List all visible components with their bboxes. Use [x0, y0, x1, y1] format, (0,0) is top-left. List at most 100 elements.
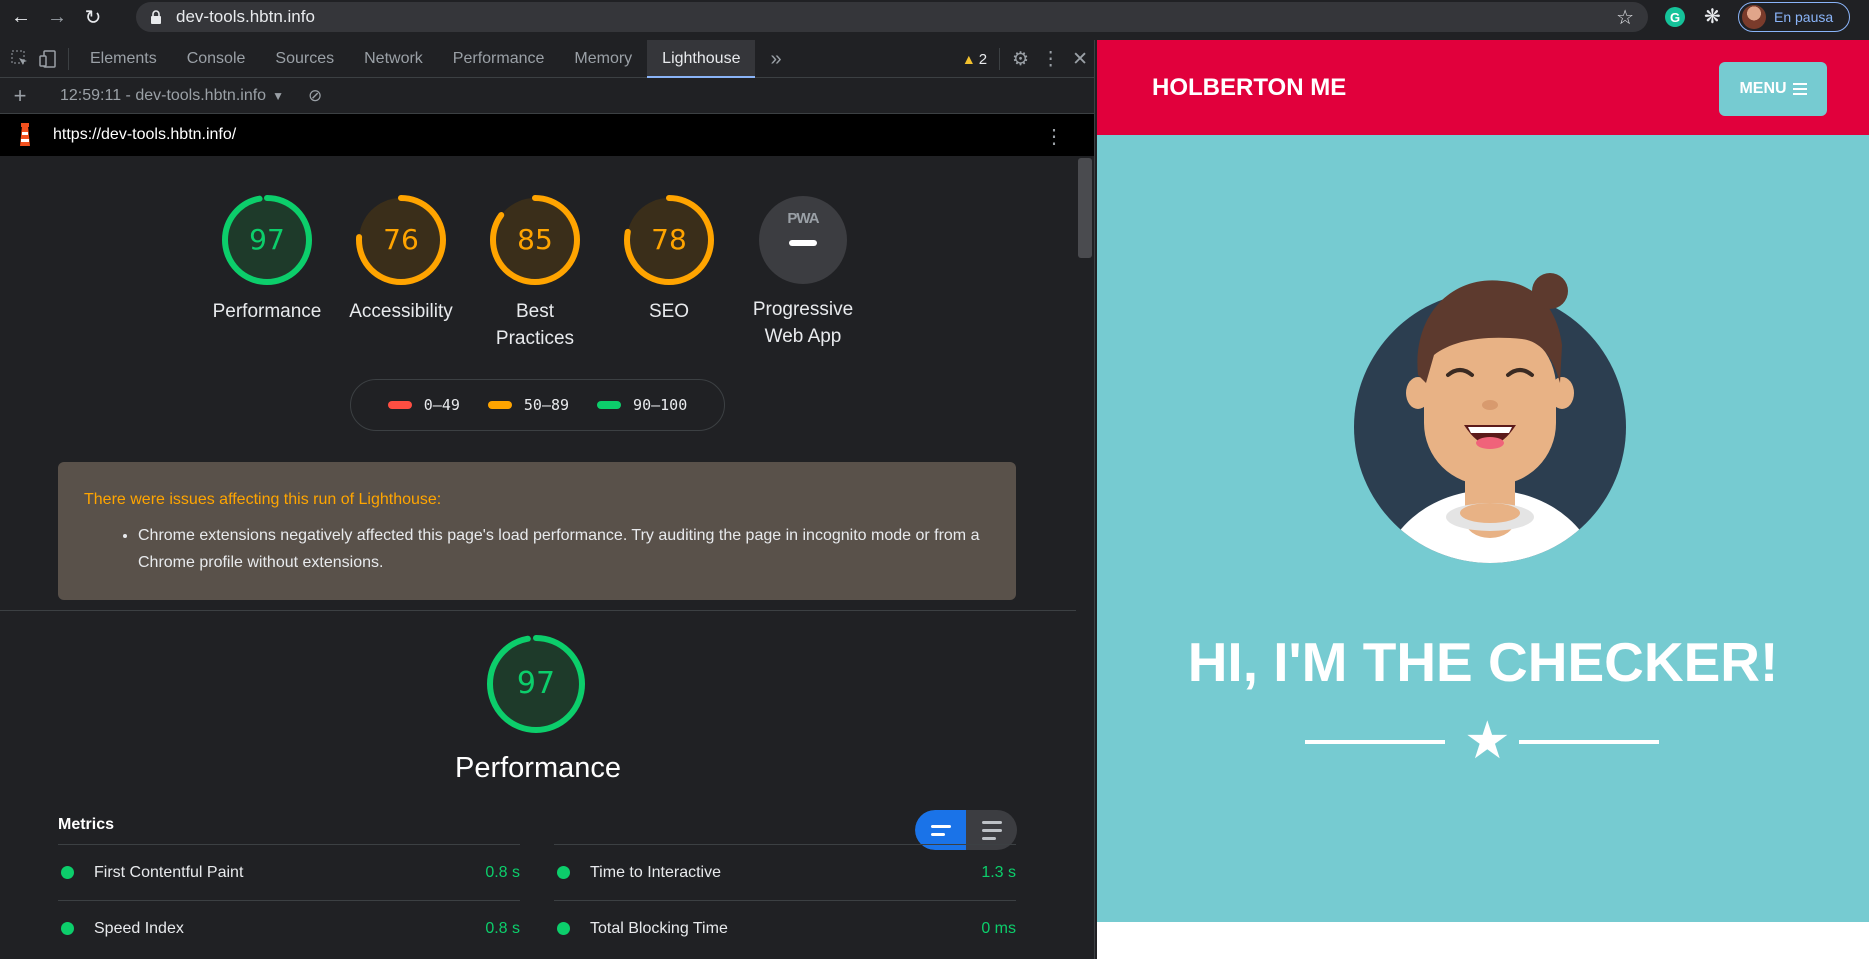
gauge-ring: 85 — [489, 194, 581, 286]
category-gauge-performance: 97 — [486, 634, 586, 734]
hero-divider-right — [1519, 740, 1659, 744]
gauge-label: Best Practices — [495, 301, 575, 349]
report-url[interactable]: https://dev-tools.hbtn.info/ — [53, 126, 236, 144]
toggle-bar — [930, 824, 951, 828]
metric-row: Speed Index 0.8 s — [58, 900, 520, 956]
toggle-bar — [981, 820, 1002, 824]
inspect-element-icon[interactable] — [6, 45, 34, 73]
toggle-bar — [981, 828, 1002, 832]
report-selector[interactable]: 12:59:11 - dev-tools.hbtn.info — [60, 87, 266, 105]
tab-sources[interactable]: Sources — [260, 40, 349, 78]
site-brand[interactable]: HOLBERTON ME — [1152, 74, 1346, 102]
back-icon[interactable]: ← — [6, 2, 36, 32]
score-gauges: 97 Performance 76 Accessibility 85 Best … — [200, 194, 870, 352]
toolbar-divider — [68, 47, 69, 70]
toolbar-divider — [999, 48, 1001, 70]
gauge-accessibility[interactable]: 76 Accessibility — [334, 194, 468, 352]
tab-network[interactable]: Network — [349, 40, 438, 78]
hero-title: HI, I'M THE CHECKER! — [1187, 631, 1779, 693]
report-menu-kebab-icon[interactable]: ⋮ — [1044, 124, 1064, 149]
lock-icon — [150, 10, 162, 24]
tab-console[interactable]: Console — [172, 40, 261, 78]
warnings-counter[interactable]: ▲ 2 — [962, 51, 987, 68]
metric-row: First Contentful Paint 0.8 s — [58, 844, 520, 900]
score-scale-legend: 0–49 50–89 90–100 — [350, 379, 725, 431]
devtools-tabbar: Elements Console Sources Network Perform… — [0, 39, 1094, 78]
site-header: HOLBERTON ME MENU — [1097, 40, 1869, 135]
lighthouse-toolbar: + 12:59:11 - dev-tools.hbtn.info ▼ ⊘ — [0, 78, 1094, 114]
lighthouse-logo-icon — [16, 122, 34, 148]
legend-range: 0–49 — [423, 396, 460, 414]
legend-item-pass: 90–100 — [597, 396, 687, 414]
metric-value: 0.8 s — [485, 919, 520, 937]
legend-range: 50–89 — [523, 396, 570, 414]
report-scrollbar[interactable] — [1078, 158, 1092, 258]
category-score: 97 — [516, 666, 556, 701]
tab-lighthouse[interactable]: Lighthouse — [647, 39, 756, 78]
gauge-label: Performance — [212, 301, 322, 322]
more-options-kebab-icon[interactable]: ⋮ — [1041, 48, 1060, 71]
close-devtools-icon[interactable]: ✕ — [1072, 48, 1088, 71]
new-report-plus-icon[interactable]: + — [0, 83, 40, 109]
run-warnings-box: There were issues affecting this run of … — [58, 462, 1016, 600]
menu-button[interactable]: MENU — [1719, 62, 1827, 116]
metric-value: 0 ms — [981, 919, 1016, 937]
gauge-score: 97 — [249, 223, 285, 256]
metric-name: Total Blocking Time — [590, 919, 728, 937]
profile-button[interactable]: En pausa — [1738, 2, 1850, 32]
run-warnings-list: Chrome extensions negatively affected th… — [138, 522, 998, 576]
gauge-seo[interactable]: 78 SEO — [602, 194, 736, 352]
metric-pass-dot — [557, 866, 570, 879]
devtools-actions: ▲ 2 ⚙ ⋮ ✕ — [962, 40, 1088, 78]
category-title: Performance — [454, 752, 621, 784]
tab-performance[interactable]: Performance — [438, 40, 560, 78]
gauge-ring: 78 — [623, 194, 715, 286]
gauge-best-practices[interactable]: 85 Best Practices — [468, 194, 602, 352]
gauge-label: Progressive Web App — [752, 299, 854, 347]
pwa-dash — [789, 240, 817, 246]
address-url[interactable]: dev-tools.hbtn.info — [176, 7, 315, 27]
toggle-bar — [981, 836, 996, 840]
gauge-label: SEO — [648, 301, 690, 322]
metric-value: 1.3 s — [981, 863, 1016, 881]
gauge-label: Accessibility — [349, 301, 453, 322]
legend-range: 90–100 — [633, 396, 688, 414]
metric-pass-dot — [61, 866, 74, 879]
gauge-score: 85 — [517, 223, 553, 256]
toggle-bar — [930, 832, 945, 836]
forward-icon[interactable]: → — [42, 2, 72, 32]
address-bar[interactable]: dev-tools.hbtn.info ☆ — [136, 2, 1648, 32]
hero-star-icon: ★ — [1464, 712, 1511, 770]
reload-icon[interactable]: ↻ — [78, 2, 108, 32]
device-toolbar-icon[interactable] — [34, 45, 62, 73]
gauge-score: 78 — [651, 223, 687, 256]
browser-toolbar: ← → ↻ dev-tools.hbtn.info ☆ G ❋ En pausa — [0, 0, 1869, 34]
metric-pass-dot — [557, 922, 570, 935]
page-preview: HOLBERTON ME MENU HI, I'M THE CHECKER! ★ — [1097, 40, 1869, 959]
extensions-puzzle-icon[interactable]: ❋ — [1704, 4, 1721, 29]
lighthouse-report: 97 Performance 76 Accessibility 85 Best … — [0, 156, 1094, 959]
grammarly-extension-icon[interactable]: G — [1665, 7, 1685, 27]
clear-reports-icon[interactable]: ⊘ — [308, 86, 322, 106]
legend-item-average: 50–89 — [487, 396, 570, 414]
profile-avatar — [1742, 5, 1766, 29]
metric-name: Speed Index — [94, 919, 184, 937]
hero-divider-left — [1305, 740, 1445, 744]
run-warning-item: Chrome extensions negatively affected th… — [138, 522, 998, 576]
legend-item-fail: 0–49 — [387, 396, 460, 414]
warnings-count: 2 — [978, 50, 988, 68]
gauge-pwa[interactable]: PWA Progressive Web App — [736, 194, 870, 352]
warning-icon: ▲ — [961, 51, 976, 67]
settings-gear-icon[interactable]: ⚙ — [1012, 48, 1029, 71]
report-dropdown-caret-icon[interactable]: ▼ — [272, 89, 284, 103]
gauge-score: 76 — [383, 223, 419, 256]
more-tabs-chevron-icon[interactable]: » — [755, 40, 796, 78]
tab-elements[interactable]: Elements — [75, 40, 172, 78]
bookmark-star-icon[interactable]: ☆ — [1616, 5, 1634, 30]
metric-value: 0.8 s — [485, 863, 520, 881]
hamburger-icon — [1792, 83, 1807, 95]
metric-row: Total Blocking Time 0 ms — [554, 900, 1016, 956]
tab-memory[interactable]: Memory — [559, 40, 647, 78]
metric-name: Time to Interactive — [590, 863, 722, 881]
gauge-performance[interactable]: 97 Performance — [200, 194, 334, 352]
